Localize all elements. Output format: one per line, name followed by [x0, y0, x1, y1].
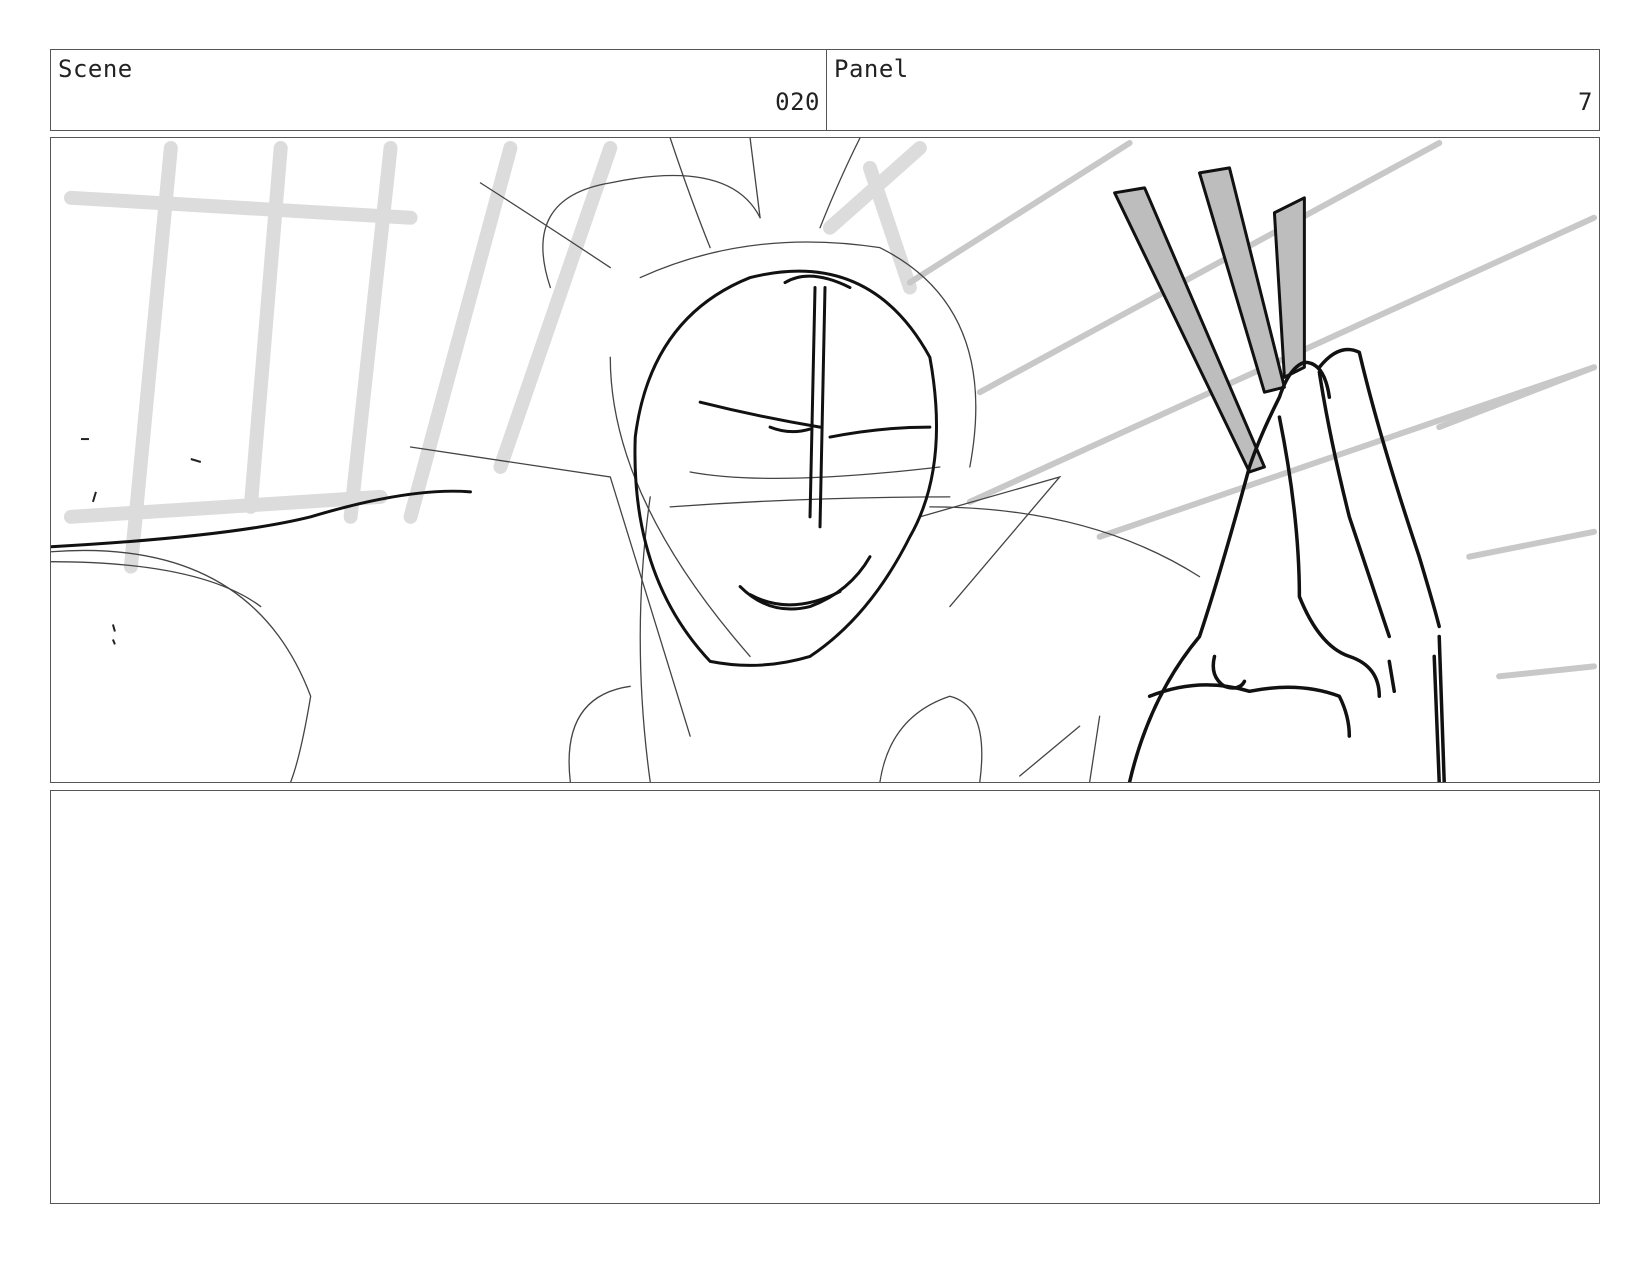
panel-number: 7 — [1578, 88, 1593, 116]
storyboard-frame — [50, 137, 1600, 783]
scene-label: Scene — [58, 55, 133, 83]
sketch-drawing — [51, 138, 1598, 782]
scene-cell: Scene 020 — [51, 50, 827, 130]
scene-number: 020 — [775, 88, 820, 116]
hand — [1127, 347, 1446, 782]
radial-lines — [906, 139, 1598, 680]
panel-label: Panel — [834, 55, 909, 83]
notes-area[interactable] — [50, 790, 1600, 1204]
speed-lines — [63, 140, 927, 574]
panel-cell: Panel 7 — [827, 50, 1599, 130]
claws — [1113, 166, 1306, 474]
rough-lines — [51, 138, 1201, 782]
storyboard-header: Scene 020 Panel 7 — [50, 49, 1600, 131]
